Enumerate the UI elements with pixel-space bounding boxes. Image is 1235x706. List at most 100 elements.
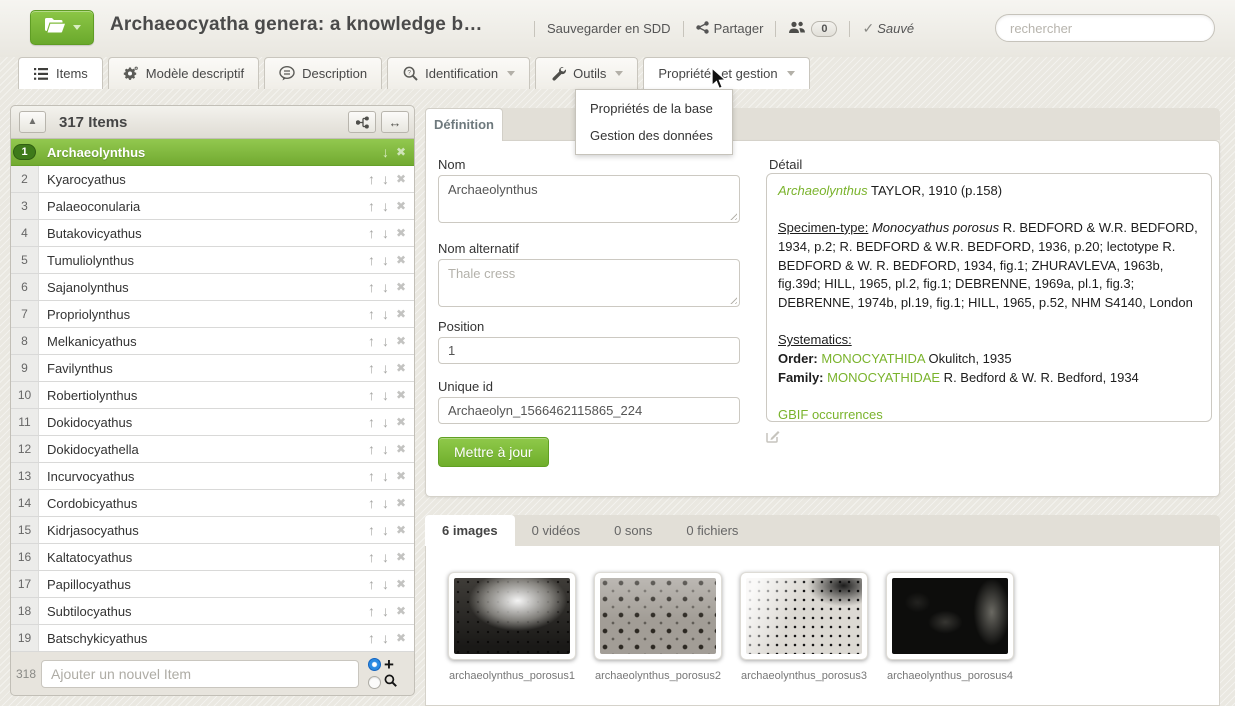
- move-up-icon[interactable]: ↑: [368, 171, 375, 187]
- item-row[interactable]: 77 Propriolynthus ↑ ↓ ✖: [11, 301, 414, 328]
- users-indicator[interactable]: 0: [788, 21, 837, 37]
- move-up-icon[interactable]: ↑: [368, 630, 375, 646]
- delete-item-icon[interactable]: ✖: [396, 226, 406, 240]
- delete-item-icon[interactable]: ✖: [396, 415, 406, 429]
- delete-item-icon[interactable]: ✖: [396, 361, 406, 375]
- move-up-icon[interactable]: ↑: [368, 495, 375, 511]
- menu-item-gestion-donnees[interactable]: Gestion des données: [576, 122, 732, 149]
- move-down-icon[interactable]: ↓: [382, 225, 389, 241]
- item-row[interactable]: 1010 Robertiolynthus ↑ ↓ ✖: [11, 382, 414, 409]
- move-up-icon[interactable]: ↑: [368, 360, 375, 376]
- tab-identification[interactable]: ? Identification: [387, 57, 530, 89]
- tab-definition[interactable]: Définition: [425, 108, 503, 141]
- item-row[interactable]: 33 Palaeoconularia ↑ ↓ ✖: [11, 193, 414, 220]
- move-down-icon[interactable]: ↓: [382, 468, 389, 484]
- item-row[interactable]: 1919 Batschykicyathus ↑ ↓ ✖: [11, 625, 414, 652]
- move-up-icon[interactable]: ↑: [368, 576, 375, 592]
- image-thumbnail[interactable]: archaeolynthus_porosus4: [886, 572, 1014, 705]
- tree-view-button[interactable]: [348, 111, 376, 133]
- delete-item-icon[interactable]: ✖: [396, 523, 406, 537]
- move-up-icon[interactable]: ↑: [368, 306, 375, 322]
- delete-item-icon[interactable]: ✖: [396, 496, 406, 510]
- move-up-icon[interactable]: ↑: [368, 252, 375, 268]
- taxon-name-link[interactable]: Archaeolynthus: [778, 183, 868, 198]
- move-down-icon[interactable]: ↓: [382, 360, 389, 376]
- delete-item-icon[interactable]: ✖: [396, 307, 406, 321]
- item-row[interactable]: 1313 Incurvocyathus ↑ ↓ ✖: [11, 463, 414, 490]
- delete-item-icon[interactable]: ✖: [396, 577, 406, 591]
- add-mode-search[interactable]: [368, 674, 397, 691]
- move-up-icon[interactable]: ↑: [368, 603, 375, 619]
- tab-images[interactable]: 6 images: [425, 515, 515, 546]
- move-up-icon[interactable]: ↑: [368, 279, 375, 295]
- item-row[interactable]: 66 Sajanolynthus ↑ ↓ ✖: [11, 274, 414, 301]
- delete-item-icon[interactable]: ✖: [396, 631, 406, 645]
- move-up-icon[interactable]: ↑: [368, 468, 375, 484]
- item-row[interactable]: 99 Favilynthus ↑ ↓ ✖: [11, 355, 414, 382]
- item-row[interactable]: 1515 Kidrjasocyathus ↑ ↓ ✖: [11, 517, 414, 544]
- move-down-icon[interactable]: ↓: [382, 306, 389, 322]
- image-thumbnail[interactable]: archaeolynthus_porosus3: [740, 572, 868, 705]
- move-down-icon[interactable]: ↓: [382, 333, 389, 349]
- move-down-icon[interactable]: ↓: [382, 630, 389, 646]
- item-row[interactable]: 44 Butakovicyathus ↑ ↓ ✖: [11, 220, 414, 247]
- item-row[interactable]: 1818 Subtilocyathus ↑ ↓ ✖: [11, 598, 414, 625]
- share-link[interactable]: Partager: [696, 21, 764, 37]
- delete-item-icon[interactable]: ✖: [396, 334, 406, 348]
- move-down-icon[interactable]: ↓: [382, 387, 389, 403]
- item-row[interactable]: 55 Tumuliolynthus ↑ ↓ ✖: [11, 247, 414, 274]
- item-row[interactable]: 1414 Cordobicyathus ↑ ↓ ✖: [11, 490, 414, 517]
- move-down-icon[interactable]: ↓: [382, 414, 389, 430]
- delete-item-icon[interactable]: ✖: [396, 172, 406, 186]
- delete-item-icon[interactable]: ✖: [396, 388, 406, 402]
- move-down-icon[interactable]: ↓: [382, 495, 389, 511]
- unique-id-field[interactable]: [438, 397, 740, 424]
- move-up-icon[interactable]: ↑: [368, 414, 375, 430]
- delete-item-icon[interactable]: ✖: [396, 145, 406, 159]
- add-mode-create[interactable]: +: [368, 656, 397, 673]
- nom-alternatif-field[interactable]: [438, 259, 740, 307]
- move-up-icon[interactable]: ↑: [368, 549, 375, 565]
- item-row[interactable]: 1212 Dokidocyathella ↑ ↓ ✖: [11, 436, 414, 463]
- expand-width-button[interactable]: ↔: [381, 111, 409, 133]
- move-up-icon[interactable]: ↑: [368, 333, 375, 349]
- move-down-icon[interactable]: ↓: [382, 441, 389, 457]
- family-link[interactable]: MONOCYATHIDAE: [827, 370, 940, 385]
- tab-sons[interactable]: 0 sons: [597, 515, 669, 546]
- gbif-occurrences-link[interactable]: GBIF occurrences: [778, 407, 883, 422]
- move-down-icon[interactable]: ↓: [382, 522, 389, 538]
- tab-proprietes-gestion[interactable]: Propriétés et gestion: [643, 57, 809, 89]
- move-down-icon[interactable]: ↓: [382, 144, 389, 160]
- item-row[interactable]: 22 Kyarocyathus ↑ ↓ ✖: [11, 166, 414, 193]
- delete-item-icon[interactable]: ✖: [396, 253, 406, 267]
- move-up-icon[interactable]: ↑: [368, 522, 375, 538]
- move-up-icon[interactable]: ↑: [368, 441, 375, 457]
- collapse-panel-button[interactable]: ▲: [19, 111, 46, 133]
- menu-item-proprietes-base[interactable]: Propriétés de la base: [576, 95, 732, 122]
- tab-fichiers[interactable]: 0 fichiers: [669, 515, 755, 546]
- image-thumbnail[interactable]: archaeolynthus_porosus1: [448, 572, 576, 705]
- position-field[interactable]: [438, 337, 740, 364]
- move-down-icon[interactable]: ↓: [382, 198, 389, 214]
- move-down-icon[interactable]: ↓: [382, 252, 389, 268]
- delete-item-icon[interactable]: ✖: [396, 550, 406, 564]
- move-down-icon[interactable]: ↓: [382, 603, 389, 619]
- move-down-icon[interactable]: ↓: [382, 171, 389, 187]
- tab-items[interactable]: Items: [18, 57, 103, 89]
- delete-item-icon[interactable]: ✖: [396, 604, 406, 618]
- delete-item-icon[interactable]: ✖: [396, 199, 406, 213]
- search-input[interactable]: [995, 14, 1215, 42]
- move-down-icon[interactable]: ↓: [382, 576, 389, 592]
- tab-outils[interactable]: Outils: [535, 57, 638, 89]
- order-link[interactable]: MONOCYATHIDA: [821, 351, 925, 366]
- delete-item-icon[interactable]: ✖: [396, 280, 406, 294]
- item-row[interactable]: 1111 Dokidocyathus ↑ ↓ ✖: [11, 409, 414, 436]
- tab-description[interactable]: Description: [264, 57, 382, 89]
- image-thumbnail[interactable]: archaeolynthus_porosus2: [594, 572, 722, 705]
- move-up-icon[interactable]: ↑: [368, 198, 375, 214]
- item-row[interactable]: 11 Archaeolynthus ↑ ↓ ✖: [11, 139, 414, 166]
- radio-selected[interactable]: [368, 658, 381, 671]
- tab-videos[interactable]: 0 vidéos: [515, 515, 597, 546]
- save-sdd-link[interactable]: Sauvegarder en SDD: [547, 21, 671, 36]
- radio-unselected[interactable]: [368, 676, 381, 689]
